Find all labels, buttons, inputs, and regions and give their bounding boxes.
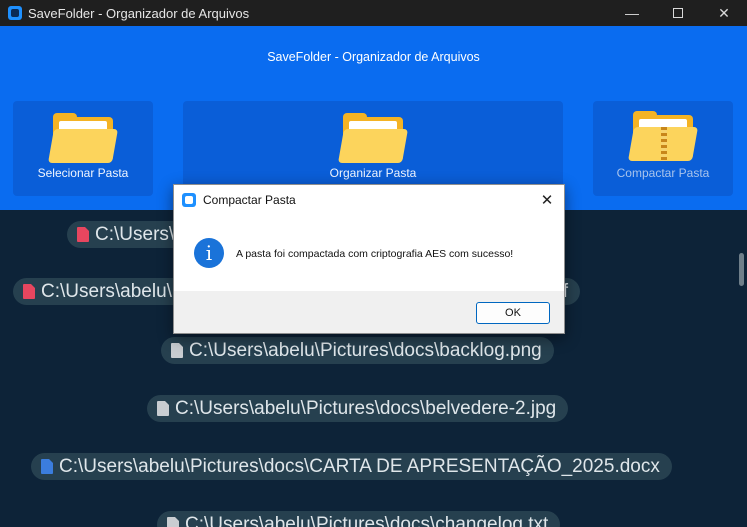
file-path: C:\Users\abelu\Pictures\docs\CARTA DE AP…	[59, 455, 660, 477]
maximize-icon	[673, 8, 683, 18]
minimize-icon: —	[625, 5, 639, 21]
list-item[interactable]: C:\Users\abelu\Pictures\docs\backlog.png	[161, 337, 554, 364]
file-path: C:\Users\abelu\Pictures\docs\backlog.png	[189, 339, 542, 361]
app-icon	[182, 193, 196, 207]
file-path: C:\Users\abelu\Pictures\docs\belvedere-2…	[175, 397, 557, 419]
pdf-file-icon	[77, 227, 89, 242]
zip-folder-icon	[628, 111, 698, 161]
header-title: SaveFolder - Organizador de Arquivos	[267, 50, 480, 64]
file-icon	[171, 343, 183, 358]
close-icon: ✕	[540, 192, 554, 209]
ok-button[interactable]: OK	[476, 302, 550, 324]
organize-folder-label: Organizar Pasta	[329, 166, 417, 180]
info-icon: i	[194, 238, 224, 268]
list-item[interactable]: C:\Users\abelu\Pictures\docs\belvedere-2…	[147, 395, 569, 422]
file-path: C:\Users\abelu\Pictures\docs\changelog.t…	[185, 513, 549, 527]
dialog-footer: OK	[174, 291, 564, 333]
compress-folder-label: Compactar Pasta	[616, 166, 710, 180]
word-file-icon	[41, 459, 53, 474]
pdf-file-icon	[23, 284, 35, 299]
file-icon	[167, 517, 179, 527]
close-window-button[interactable]: ✕	[701, 0, 747, 26]
header-panel: SaveFolder - Organizador de Arquivos Sel…	[0, 26, 747, 210]
app-icon	[8, 6, 22, 20]
select-folder-button[interactable]: Selecionar Pasta	[13, 101, 153, 196]
compress-folder-button[interactable]: Compactar Pasta	[593, 101, 733, 196]
dialog-title: Compactar Pasta	[203, 193, 296, 207]
maximize-button[interactable]	[655, 0, 701, 26]
dialog-close-button[interactable]: ✕	[536, 189, 558, 211]
list-item[interactable]: C:\Users\abelu\Pictures\docs\changelog.t…	[157, 511, 561, 527]
file-icon	[157, 401, 169, 416]
minimize-button[interactable]: —	[609, 0, 655, 26]
select-folder-label: Selecionar Pasta	[37, 166, 129, 180]
scrollbar-thumb[interactable]	[739, 253, 744, 286]
dialog-message: A pasta foi compactada com criptografia …	[236, 248, 514, 260]
close-icon: ✕	[718, 4, 730, 21]
organize-folder-button[interactable]: Organizar Pasta	[183, 101, 563, 196]
dialog-titlebar: Compactar Pasta	[174, 185, 564, 215]
window-titlebar: SaveFolder - Organizador de Arquivos — ✕	[0, 0, 747, 26]
folder-icon	[338, 113, 408, 163]
compress-dialog: Compactar Pasta ✕ i A pasta foi compacta…	[173, 184, 565, 334]
window-title: SaveFolder - Organizador de Arquivos	[28, 5, 250, 21]
list-item[interactable]: C:\Users\abelu\Pictures\docs\CARTA DE AP…	[31, 453, 672, 480]
folder-icon	[48, 113, 118, 163]
